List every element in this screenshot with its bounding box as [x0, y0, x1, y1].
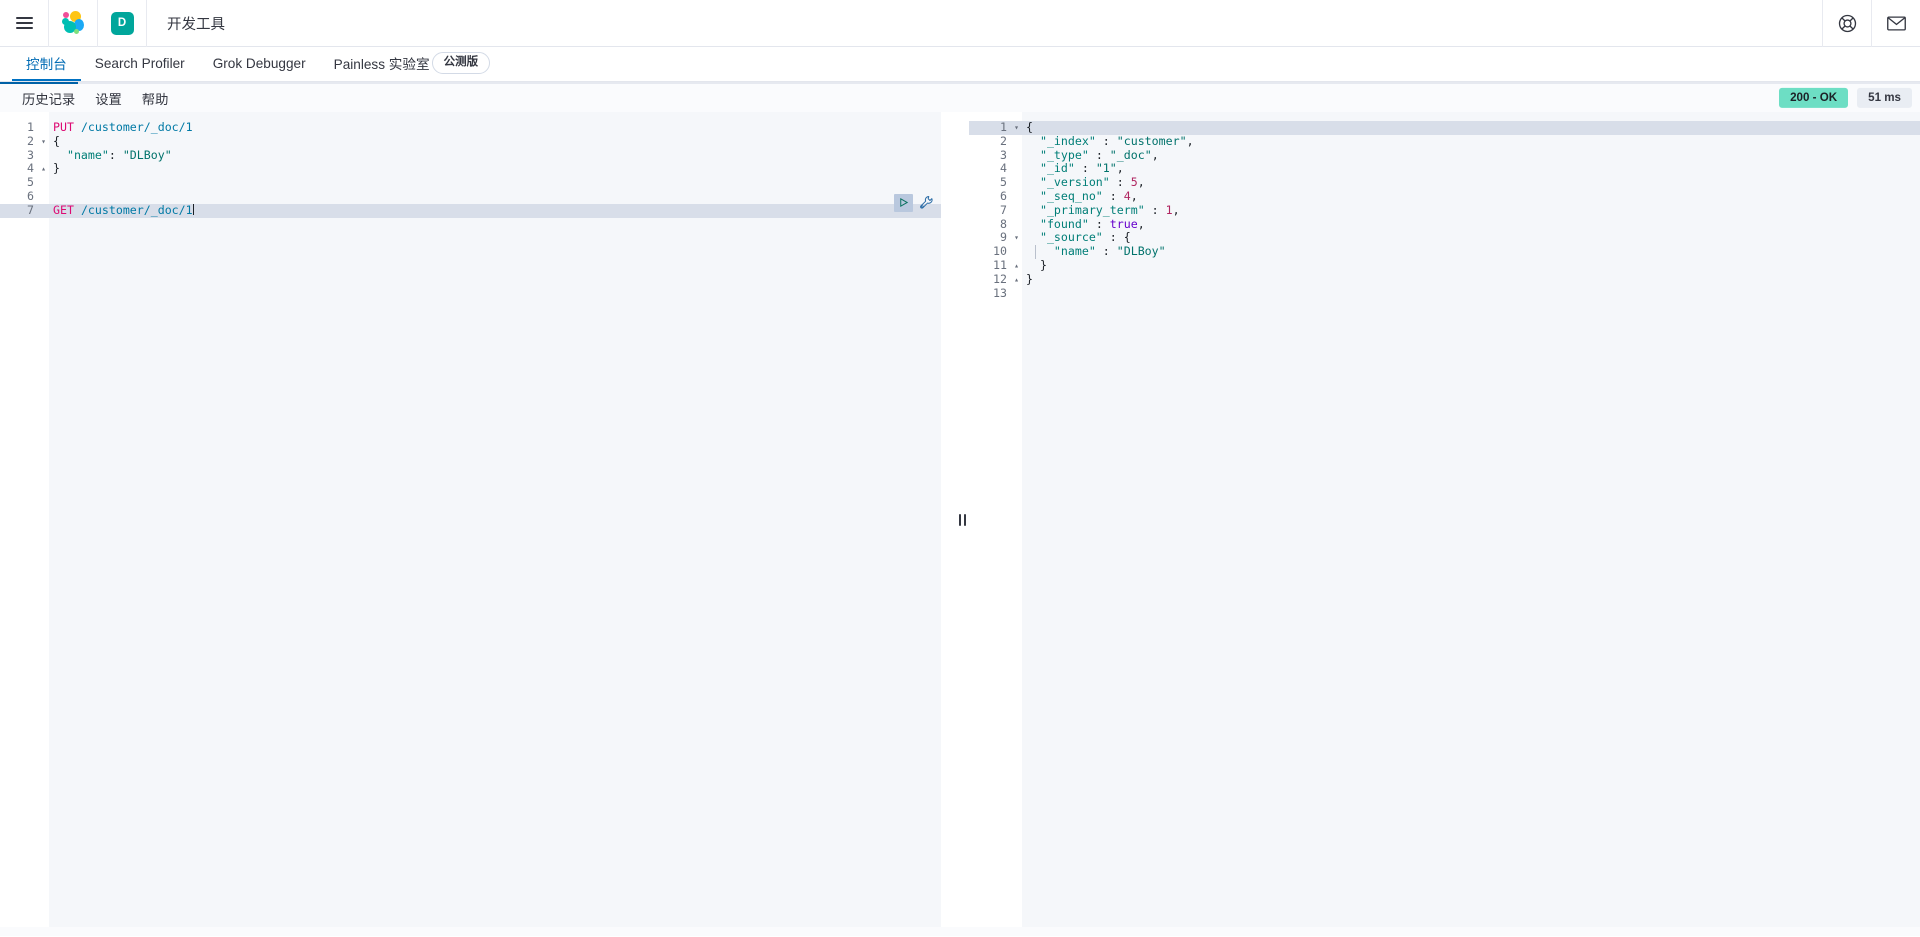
request-pane: 1 2▾ 3 4▴ 5 6 7 PUT /customer/_doc/1 { "…: [0, 112, 955, 927]
lifebuoy-help-icon: [1838, 14, 1857, 33]
space-avatar: D: [111, 12, 134, 35]
fold-toggle-icon[interactable]: ▾: [1014, 121, 1019, 135]
elastic-logo-icon: [61, 11, 85, 35]
tab-painless-lab[interactable]: Painless 实验室 公测版: [320, 47, 504, 81]
code-line: GET /customer/_doc/1: [49, 204, 955, 218]
line-number: 5: [0, 176, 49, 190]
console-split-view: 1 2▾ 3 4▴ 5 6 7 PUT /customer/_doc/1 { "…: [0, 112, 1920, 927]
fold-toggle-icon[interactable]: ▾: [41, 135, 46, 149]
line-number: 12▴: [969, 273, 1022, 287]
code-line: {: [1022, 121, 1920, 135]
line-number: 2▾: [0, 135, 49, 149]
code-line: "_version" : 5,: [1022, 176, 1920, 190]
wrench-icon: [919, 195, 934, 210]
tab-label: Search Profiler: [95, 56, 185, 71]
response-time-badge: 51 ms: [1857, 88, 1912, 108]
line-number: 10: [969, 245, 1022, 259]
code-line: [49, 190, 955, 204]
page-title: 开发工具: [147, 13, 225, 34]
code-line: "_index" : "customer",: [1022, 135, 1920, 149]
line-number: 4: [969, 162, 1022, 176]
hamburger-menu-button[interactable]: [0, 0, 48, 47]
line-number: 11▴: [969, 259, 1022, 273]
request-right-edge: [941, 112, 955, 927]
request-gutter: 1 2▾ 3 4▴ 5 6 7: [0, 112, 49, 927]
news-feed-button[interactable]: [1872, 0, 1920, 47]
code-line: }: [1022, 259, 1920, 273]
bottom-strip: [0, 927, 1920, 936]
hamburger-menu-icon: [16, 17, 33, 30]
console-toolbar: 历史记录 设置 帮助 200 - OK 51 ms: [0, 82, 1920, 112]
line-number: 7: [969, 204, 1022, 218]
tab-label: Painless 实验室: [334, 53, 430, 73]
play-triangle-icon: [898, 197, 909, 208]
response-status-group: 200 - OK 51 ms: [1779, 88, 1912, 108]
fold-toggle-icon[interactable]: ▴: [41, 162, 46, 176]
line-number: 3: [0, 149, 49, 163]
devtools-tabs: 控制台 Search Profiler Grok Debugger Painle…: [0, 47, 1920, 82]
global-header: D 开发工具: [0, 0, 1920, 47]
request-action-buttons: [894, 194, 935, 212]
code-line: "name": "DLBoy": [49, 149, 955, 163]
tab-search-profiler[interactable]: Search Profiler: [81, 47, 199, 81]
line-number: 13: [969, 287, 1022, 301]
tab-label: 控制台: [26, 53, 67, 73]
tab-label: Grok Debugger: [213, 56, 306, 71]
code-line: {: [49, 135, 955, 149]
space-selector-button[interactable]: D: [98, 0, 146, 47]
help-button[interactable]: [1823, 0, 1871, 47]
fold-toggle-icon[interactable]: ▴: [1014, 273, 1019, 287]
code-line: "_id" : "1",: [1022, 162, 1920, 176]
line-number: 2: [969, 135, 1022, 149]
code-line: PUT /customer/_doc/1: [49, 121, 955, 135]
line-number: 1: [0, 121, 49, 135]
tab-console[interactable]: 控制台: [12, 47, 81, 81]
code-line: "name" : "DLBoy": [1022, 245, 1920, 259]
fold-toggle-icon[interactable]: ▴: [1014, 259, 1019, 273]
code-line: "_seq_no" : 4,: [1022, 190, 1920, 204]
code-line: [49, 176, 955, 190]
elastic-home-button[interactable]: [49, 0, 97, 47]
fold-toggle-icon[interactable]: ▾: [1014, 231, 1019, 245]
send-request-button[interactable]: [894, 194, 913, 212]
line-number: 3: [969, 149, 1022, 163]
status-badge: 200 - OK: [1779, 88, 1848, 108]
line-number: 7: [0, 204, 49, 218]
request-code-area[interactable]: PUT /customer/_doc/1 { "name": "DLBoy" }…: [49, 112, 955, 927]
pane-splitter[interactable]: [955, 112, 969, 927]
menu-history[interactable]: 历史记录: [12, 89, 85, 108]
code-line: }: [1022, 273, 1920, 287]
splitter-grip-icon: [959, 514, 966, 526]
request-options-button[interactable]: [917, 194, 935, 212]
code-line: "found" : true,: [1022, 218, 1920, 232]
tab-grok-debugger[interactable]: Grok Debugger: [199, 47, 320, 81]
code-line: }: [49, 162, 955, 176]
response-code-area[interactable]: { "_index" : "customer", "_type" : "_doc…: [1022, 112, 1920, 927]
line-number: 1▾: [969, 121, 1022, 135]
line-number: 8: [969, 218, 1022, 232]
code-line: "_primary_term" : 1,: [1022, 204, 1920, 218]
line-number: 5: [969, 176, 1022, 190]
line-number: 6: [969, 190, 1022, 204]
beta-badge: 公测版: [432, 52, 491, 74]
line-number: 9▾: [969, 231, 1022, 245]
line-number: 6: [0, 190, 49, 204]
code-line: "_source" : {: [1022, 231, 1920, 245]
response-pane: 1▾ 2 3 4 5 6 7 8 9▾ 10 11▴ 12▴ 13 { "_in…: [969, 112, 1920, 927]
mail-envelope-icon: [1887, 16, 1906, 31]
response-gutter: 1▾ 2 3 4 5 6 7 8 9▾ 10 11▴ 12▴ 13: [969, 112, 1022, 927]
code-line: "_type" : "_doc",: [1022, 149, 1920, 163]
text-caret: [193, 204, 194, 215]
menu-help[interactable]: 帮助: [132, 89, 179, 108]
menu-settings[interactable]: 设置: [85, 89, 132, 108]
code-line: [1022, 287, 1920, 301]
line-number: 4▴: [0, 162, 49, 176]
